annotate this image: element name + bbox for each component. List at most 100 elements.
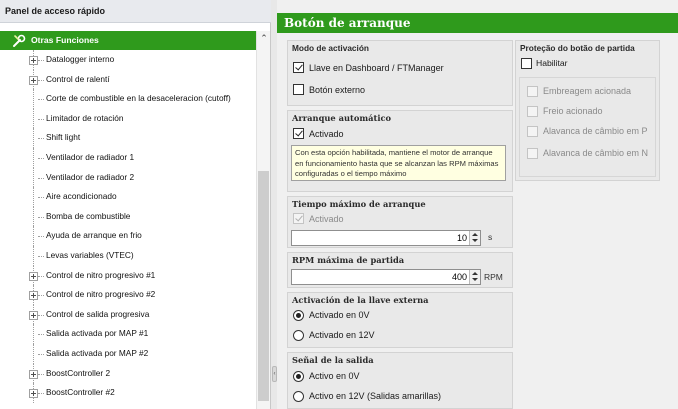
- tree-item[interactable]: Salida activada por MAP #2: [0, 343, 256, 364]
- tree-item-label: Ventilador de radiador 2: [46, 171, 135, 182]
- llave-12v-radio[interactable]: [293, 330, 304, 341]
- stepper-arrows-icon[interactable]: [469, 231, 480, 245]
- group-protecao-partida: Proteção do botão de partida Habilitar E…: [515, 40, 660, 181]
- tree-item-label: Levas variables (VTEC): [46, 249, 134, 260]
- config-panel: Botón de arranque Modo de activación Lla…: [277, 0, 678, 409]
- tree-item-label: Ventilador de radiador 1: [46, 151, 135, 162]
- tree-item-label: Bomba de combustible: [46, 210, 131, 221]
- protecao-subgroup: Embreagem acionada Freio acionado Alavan…: [519, 77, 656, 177]
- quick-access-panel: Panel de acceso rápido Otras Funciones D…: [0, 0, 271, 409]
- tree-item[interactable]: Bomba de combustible: [0, 206, 256, 227]
- expand-plus-icon[interactable]: [29, 310, 38, 320]
- tree-line: [33, 108, 34, 129]
- stepper-value: 10: [456, 233, 467, 243]
- tree-item[interactable]: Datalogger interno: [0, 50, 256, 70]
- tree-item-label: Control de ralentí: [46, 73, 110, 84]
- checkbox-label: Botón externo: [309, 85, 366, 95]
- tree-item[interactable]: Control de salida progresiva: [0, 304, 256, 325]
- group-title: Arranque automático: [292, 113, 392, 123]
- scroll-up-arrow-icon[interactable]: ⌃: [257, 31, 271, 45]
- expand-plus-icon[interactable]: [29, 369, 38, 379]
- checkbox-label: Activado: [309, 129, 344, 139]
- llave-0v-radio[interactable]: [293, 310, 304, 321]
- tree-item[interactable]: Ayuda de arranque en frio: [0, 226, 256, 246]
- tree-line: [33, 167, 34, 188]
- tree-root-otras-funciones[interactable]: Otras Funciones: [0, 31, 270, 50]
- tree-item[interactable]: Shift light: [0, 128, 256, 148]
- tree-line: [33, 245, 34, 266]
- stepper-value: 400: [451, 272, 467, 282]
- unit-label: RPM: [484, 272, 503, 282]
- llave-dashboard-checkbox[interactable]: [293, 62, 304, 73]
- tree-item[interactable]: Control de nitro progresivo #1: [0, 265, 256, 286]
- embreagem-checkbox[interactable]: [527, 86, 538, 97]
- arranque-activado-checkbox[interactable]: [293, 128, 304, 139]
- group-title: Modo de activación: [292, 43, 369, 53]
- tree-item-label: BoostController #2: [46, 387, 115, 398]
- tree-item[interactable]: Control de nitro progresivo #2: [0, 285, 256, 305]
- tree-line: [33, 226, 34, 246]
- tree-item-label: Control de salida progresiva: [46, 308, 150, 319]
- tree-item-label: Shift light: [46, 132, 81, 143]
- quick-access-title: Panel de acceso rápido: [0, 0, 271, 23]
- checkbox-label: Embreagem acionada: [543, 86, 632, 96]
- tree-connector: [38, 197, 44, 199]
- habilitar-checkbox[interactable]: [521, 58, 532, 69]
- group-title: Señal de la salida: [292, 355, 374, 365]
- tiempo-stepper[interactable]: 10: [291, 230, 481, 246]
- group-rpm-maxima: RPM máxima de partida 400 RPM: [287, 252, 513, 288]
- tree-item-label: Limitador de rotación: [46, 112, 124, 123]
- tree-connector: [38, 79, 44, 81]
- tree-item-label: Salida activada por MAP #1: [46, 328, 149, 339]
- tree-connector: [38, 138, 44, 140]
- salida-0v-radio[interactable]: [293, 371, 304, 382]
- group-arranque-automatico: Arranque automático Activado Con esta op…: [287, 110, 513, 192]
- checkbox-label: Habilitar: [536, 58, 568, 68]
- tree-connector: [38, 177, 44, 179]
- tree-item[interactable]: Control de ralentí: [0, 69, 256, 90]
- group-llave-externa: Activación de la llave externa Activado …: [287, 292, 513, 348]
- salida-12v-radio[interactable]: [293, 391, 304, 402]
- boton-externo-checkbox[interactable]: [293, 84, 304, 95]
- group-title: RPM máxima de partida: [292, 255, 405, 265]
- tree-scrollbar[interactable]: ⌃: [256, 31, 270, 409]
- tree-list: Datalogger interno Control de ralentí Cort…: [0, 50, 256, 403]
- tree-item-label: Control de nitro progresivo #1: [46, 269, 156, 280]
- tree-item[interactable]: Levas variables (VTEC): [0, 245, 256, 266]
- expand-plus-icon[interactable]: [29, 291, 38, 301]
- tree-line: [33, 128, 34, 148]
- tree-line: [33, 206, 34, 227]
- expand-plus-icon[interactable]: [29, 389, 38, 399]
- tree-connector: [38, 60, 44, 61]
- expand-plus-icon[interactable]: [29, 56, 38, 65]
- stepper-arrows-icon[interactable]: [469, 270, 480, 284]
- tree-item[interactable]: Salida activada por MAP #1: [0, 324, 256, 344]
- tree-connector: [38, 314, 44, 316]
- tiempo-activado-checkbox[interactable]: [293, 213, 304, 224]
- rpm-stepper[interactable]: 400: [291, 269, 481, 285]
- tree-item[interactable]: BoostController 2: [0, 363, 256, 384]
- tree-item[interactable]: Aire acondicionado: [0, 187, 256, 207]
- checkbox-label: Alavanca de câmbio em N: [543, 148, 649, 158]
- radio-label: Activo en 0V: [309, 371, 360, 381]
- alavanca-n-checkbox[interactable]: [527, 148, 538, 159]
- tree-connector: [38, 216, 44, 218]
- tree-connector: [38, 373, 44, 375]
- expand-plus-icon[interactable]: [29, 271, 38, 281]
- tree-item[interactable]: Limitador de rotación: [0, 108, 256, 129]
- tree-connector: [38, 275, 44, 277]
- group-title: Activación de la llave externa: [292, 295, 429, 305]
- alavanca-p-checkbox[interactable]: [527, 126, 538, 137]
- tree-item[interactable]: BoostController #2: [0, 383, 256, 403]
- freio-checkbox[interactable]: [527, 106, 538, 117]
- tree-line: [33, 89, 34, 109]
- radio-label: Activo en 12V (Salidas amarillas): [309, 391, 442, 401]
- expand-plus-icon[interactable]: [29, 75, 38, 85]
- checkbox-label: Llave en Dashboard / FTManager: [309, 63, 444, 73]
- tree-item[interactable]: Ventilador de radiador 1: [0, 147, 256, 168]
- tools-icon: [13, 34, 26, 47]
- tree-item[interactable]: Corte de combustible en la desaceleracio…: [0, 89, 256, 109]
- scroll-thumb[interactable]: [258, 171, 269, 401]
- tree-connector: [38, 99, 44, 101]
- tree-item[interactable]: Ventilador de radiador 2: [0, 167, 256, 188]
